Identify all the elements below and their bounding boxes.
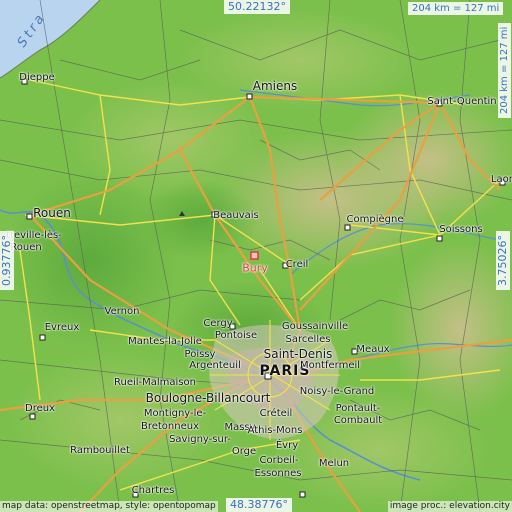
place-sotteville: tteville-lès- xyxy=(6,230,62,241)
place-rambouillet: Rambouillet xyxy=(70,445,130,456)
place-rueil: Rueil-Malmaison xyxy=(113,377,197,388)
place-beauvais: Beauvais xyxy=(213,210,259,221)
horizontal-scale-label: 204 km = 127 mi xyxy=(408,2,504,15)
place-cergy: Cergy xyxy=(203,318,233,329)
amiens-marker xyxy=(246,93,253,100)
place-bury[interactable]: Bury xyxy=(242,263,268,274)
place-creil: Creil xyxy=(285,259,309,270)
place-argenteuil: Argenteuil xyxy=(189,360,241,371)
soissons-marker xyxy=(436,235,443,242)
place-athis: Athis-Mons xyxy=(247,425,303,436)
place-compiegne: Compiègne xyxy=(346,214,404,225)
image-attribution: image proc.: elevation.city xyxy=(387,501,512,512)
place-combault: Combault xyxy=(333,415,383,426)
place-chartres: Chartres xyxy=(131,485,175,496)
place-montigny: Montigny-le- xyxy=(143,408,207,419)
north-latitude-label: 50.22132° xyxy=(224,0,290,15)
melun-marker xyxy=(299,491,306,498)
bury-target-marker[interactable] xyxy=(250,251,259,260)
place-pontoise: Pontoise xyxy=(214,330,258,341)
place-dreux: Dreux xyxy=(25,403,55,414)
place-dieppe: Dieppe xyxy=(19,72,55,83)
place-savigny: Savigny-sur- xyxy=(169,434,231,445)
place-rouen-2: Rouen xyxy=(10,242,42,253)
evreux-marker xyxy=(39,334,46,341)
place-noisy: Noisy-le-Grand xyxy=(299,386,375,397)
south-latitude-label: 48.38776° xyxy=(226,498,292,512)
vertical-scale-label: 204 km = 127 mi xyxy=(498,22,511,118)
dreux-marker xyxy=(29,413,36,420)
place-saint-denis: Saint-Denis xyxy=(263,347,333,361)
place-meaux: Meaux xyxy=(356,344,390,355)
map-attribution: map data: openstreetmap, style: opentopo… xyxy=(0,501,218,512)
place-creteil: Créteil xyxy=(259,408,293,419)
place-vernon: Vernon xyxy=(104,306,140,317)
place-orge: Orge xyxy=(231,446,257,457)
place-soissons: Soissons xyxy=(439,224,483,235)
place-corbeil: Corbeil- xyxy=(259,455,299,466)
place-evry: Évry xyxy=(275,440,299,451)
place-amiens: Amiens xyxy=(252,79,298,93)
rouen-marker xyxy=(26,213,33,220)
place-pontault: Pontault- xyxy=(335,403,381,414)
place-rouen: Rouen xyxy=(33,206,71,220)
place-bretonneux: Bretonneux xyxy=(140,421,200,432)
place-montfermeil: Montfermeil xyxy=(299,360,361,371)
east-longitude-label: 3.75026° xyxy=(496,231,511,290)
place-melun: Melun xyxy=(318,458,350,469)
west-longitude-label: 0.93776° xyxy=(0,231,15,290)
place-goussainville: Goussainville xyxy=(281,321,349,332)
place-evreux: Evreux xyxy=(44,322,80,333)
place-poissy: Poissy xyxy=(184,349,216,360)
place-essonnes: Essonnes xyxy=(254,468,302,479)
place-laon: Laon xyxy=(490,174,512,185)
place-saint-quentin: Saint-Quentin xyxy=(427,96,497,107)
place-sarcelles: Sarcelles xyxy=(285,334,331,345)
compiegne-marker xyxy=(344,224,351,231)
place-mantes: Mantes-la-Jolie xyxy=(128,336,202,347)
place-boulogne: Boulogne-Billancourt xyxy=(145,391,271,405)
